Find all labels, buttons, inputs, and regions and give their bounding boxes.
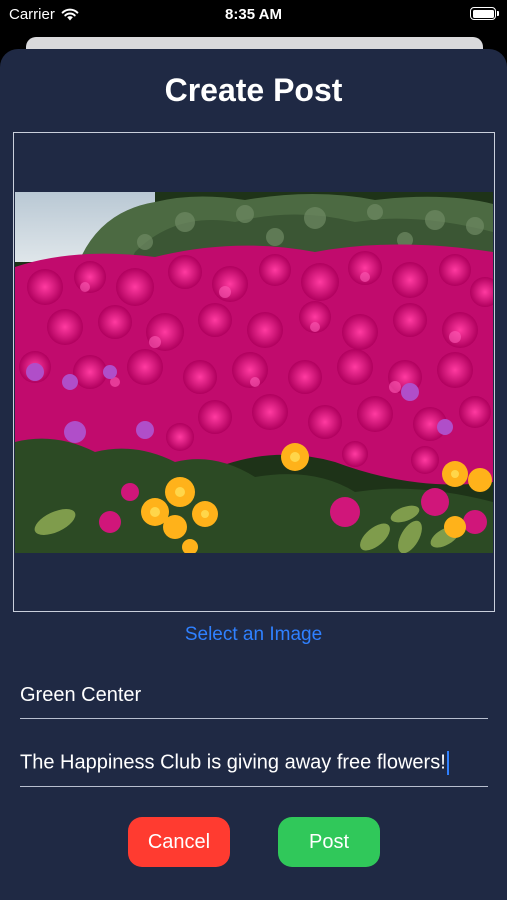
location-field[interactable]: Green Center [20,684,488,719]
post-button[interactable]: Post [278,817,380,867]
status-time: 8:35 AM [225,6,282,23]
page-title: Create Post [164,72,343,108]
description-value: The Happiness Club is giving away free f… [20,751,446,774]
cancel-button[interactable]: Cancel [128,817,230,867]
image-preview-frame [13,132,495,612]
description-field[interactable]: The Happiness Club is giving away free f… [20,751,488,787]
status-bar: Carrier 8:35 AM [0,0,507,30]
select-image-button[interactable]: Select an Image [0,624,507,646]
battery-icon [470,7,499,20]
text-cursor [446,751,450,775]
location-value: Green Center [20,684,142,706]
post-image [15,192,493,553]
